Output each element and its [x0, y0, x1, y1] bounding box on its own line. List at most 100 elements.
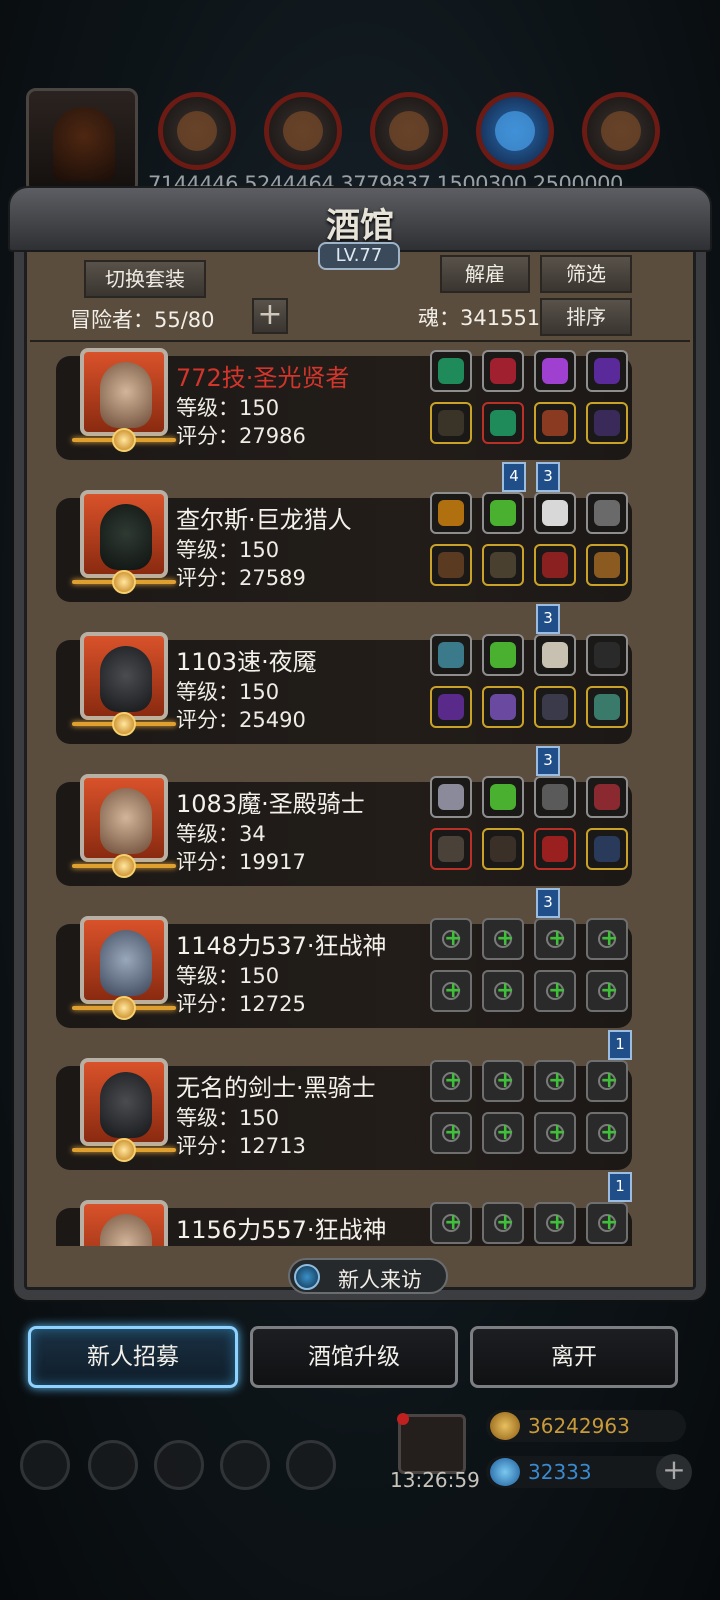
bag-icon[interactable]: [586, 776, 628, 818]
empty-slot-icon[interactable]: +: [430, 1112, 472, 1154]
empty-slot-icon[interactable]: +: [534, 918, 576, 960]
hero-avatar[interactable]: [80, 490, 168, 578]
empty-slot-icon[interactable]: +: [586, 970, 628, 1012]
necklace-icon[interactable]: [534, 402, 576, 444]
empty-slot-icon[interactable]: +: [534, 1060, 576, 1102]
hero-avatar[interactable]: [80, 774, 168, 862]
hero-row[interactable]: 1156力557·狂战神 + + + +: [56, 1200, 632, 1246]
add-capacity-button[interactable]: +: [252, 298, 288, 334]
empty-slot-icon[interactable]: +: [482, 970, 524, 1012]
necklace-icon[interactable]: [430, 634, 472, 676]
dagger-icon[interactable]: [430, 686, 472, 728]
empty-slot-icon[interactable]: +: [586, 1060, 628, 1102]
settings-icon[interactable]: [20, 1440, 70, 1490]
skill-icon[interactable]: [154, 1440, 204, 1490]
empty-slot-icon[interactable]: +: [430, 1060, 472, 1102]
empty-slot-icon[interactable]: +: [482, 1202, 524, 1244]
wood-resource-icon[interactable]: [264, 92, 342, 170]
gem-icon[interactable]: [534, 350, 576, 392]
gloves-icon[interactable]: [586, 544, 628, 586]
emblem-icon[interactable]: [534, 776, 576, 818]
hero-avatar[interactable]: [80, 348, 168, 436]
empty-slot-icon[interactable]: +: [482, 1112, 524, 1154]
mask-icon[interactable]: [534, 544, 576, 586]
hero-row[interactable]: 查尔斯·巨龙猎人 等级：150 评分：27589: [56, 490, 632, 608]
leave-button[interactable]: 离开: [470, 1326, 678, 1388]
empty-slot-icon[interactable]: +: [586, 918, 628, 960]
sword-icon[interactable]: [586, 828, 628, 870]
potion-icon[interactable]: [482, 776, 524, 818]
dismiss-button[interactable]: 解雇: [440, 255, 530, 293]
empty-slot-icon[interactable]: +: [586, 1112, 628, 1154]
empty-slot-icon[interactable]: +: [534, 1202, 576, 1244]
resource-bar: 7144446 5244464 3779837 1500300 2500000: [24, 88, 704, 198]
claw-icon[interactable]: [534, 634, 576, 676]
hero-row[interactable]: 1148力537·狂战神 等级：150 评分：12725 + + + + + +…: [56, 916, 632, 1034]
emblem-icon[interactable]: [586, 492, 628, 534]
add-currency-button[interactable]: +: [656, 1454, 692, 1490]
gun-icon[interactable]: [430, 544, 472, 586]
necklace-icon[interactable]: [430, 776, 472, 818]
sort-button[interactable]: 排序: [540, 298, 632, 336]
adventurer-count: 冒险者：55/80: [70, 308, 215, 332]
amulet-icon[interactable]: [482, 350, 524, 392]
gloves-icon[interactable]: [586, 402, 628, 444]
spear-icon[interactable]: [430, 828, 472, 870]
rank-medal-icon: [72, 1138, 176, 1162]
mask-icon[interactable]: [534, 828, 576, 870]
filter-button[interactable]: 筛选: [540, 255, 632, 293]
hero-avatar[interactable]: [80, 1058, 168, 1146]
hero-level: 等级：34: [176, 822, 266, 846]
gift-icon[interactable]: [397, 1413, 466, 1474]
empty-slot-icon[interactable]: +: [482, 1060, 524, 1102]
feather-icon[interactable]: [534, 492, 576, 534]
map-icon[interactable]: [286, 1440, 336, 1490]
empty-slot-icon[interactable]: +: [534, 1112, 576, 1154]
switch-outfit-button[interactable]: 切换套装: [84, 260, 206, 298]
chest-icon[interactable]: [482, 544, 524, 586]
star-icon[interactable]: [88, 1440, 138, 1490]
gem-icon: [490, 1458, 520, 1486]
hero-row[interactable]: 1083魔·圣殿骑士 等级：34 评分：19917: [56, 774, 632, 892]
recruit-button[interactable]: 新人招募: [28, 1326, 238, 1388]
set-tag: 3: [536, 746, 560, 776]
bracer-icon[interactable]: [586, 686, 628, 728]
hero-row[interactable]: 1103速·夜魇 等级：150 评分：25490: [56, 632, 632, 750]
armor-icon[interactable]: [430, 350, 472, 392]
weapon-icon[interactable]: [430, 402, 472, 444]
potion-icon[interactable]: [482, 492, 524, 534]
chest-icon[interactable]: [482, 686, 524, 728]
hero-avatar[interactable]: [80, 916, 168, 1004]
sword-icon[interactable]: [534, 686, 576, 728]
empty-slot-icon[interactable]: +: [534, 970, 576, 1012]
mail-icon[interactable]: [220, 1440, 270, 1490]
empty-slot-icon[interactable]: +: [586, 1202, 628, 1244]
ring-icon[interactable]: [430, 492, 472, 534]
hero-avatar[interactable]: [80, 632, 168, 720]
rank-medal-icon: [72, 712, 176, 736]
hero-level: 等级：150: [176, 396, 280, 420]
hero-avatar[interactable]: [80, 1200, 168, 1246]
chest-icon[interactable]: [482, 828, 524, 870]
hero-row[interactable]: 无名的剑士·黑骑士 等级：150 评分：12713 + + + + + + + …: [56, 1058, 632, 1176]
crystal-resource-icon[interactable]: [476, 92, 554, 170]
hero-name: 1083魔·圣殿骑士: [176, 790, 365, 818]
hero-list[interactable]: 772技·圣光贤者 等级：150 评分：27986 4 3 查尔斯·巨龙猎人 等…: [34, 346, 686, 1246]
upgrade-tavern-button[interactable]: 酒馆升级: [250, 1326, 458, 1388]
meat-resource-icon[interactable]: [158, 92, 236, 170]
panel-title: 酒馆: [326, 206, 394, 246]
staff-icon[interactable]: [586, 634, 628, 676]
player-portrait[interactable]: [26, 88, 138, 194]
chest-icon[interactable]: [482, 402, 524, 444]
empty-slot-icon[interactable]: +: [430, 1202, 472, 1244]
empty-slot-icon[interactable]: +: [482, 918, 524, 960]
iron-resource-icon[interactable]: [582, 92, 660, 170]
hero-row[interactable]: 772技·圣光贤者 等级：150 评分：27986: [56, 348, 632, 466]
new-visitor-button[interactable]: 新人来访: [288, 1258, 448, 1294]
empty-slot-icon[interactable]: +: [430, 918, 472, 960]
potion-icon[interactable]: [482, 634, 524, 676]
empty-slot-icon[interactable]: +: [430, 970, 472, 1012]
hero-score: 评分：19917: [176, 850, 306, 874]
stone-resource-icon[interactable]: [370, 92, 448, 170]
orb-icon[interactable]: [586, 350, 628, 392]
